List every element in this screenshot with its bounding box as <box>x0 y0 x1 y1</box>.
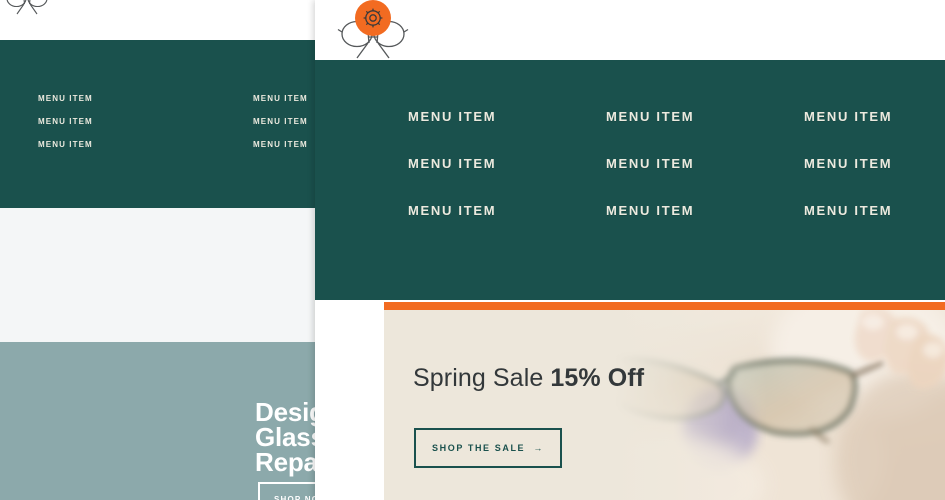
arrow-right-icon: → <box>533 443 544 453</box>
bg-menu-item-2[interactable]: MENU ITEM <box>38 115 253 138</box>
promo-accent-bar <box>384 302 945 310</box>
promo-heading-bold: 15% Off <box>550 364 645 392</box>
foreground-site-header <box>315 0 945 60</box>
fg-menu-item-8[interactable]: MENU ITEM <box>804 202 945 249</box>
fg-menu-item-7[interactable]: MENU ITEM <box>606 202 804 249</box>
person-holding-eyeglasses-photo <box>615 310 945 500</box>
shop-the-sale-text: SHOP THE SALE <box>432 443 526 453</box>
fg-menu-item-4[interactable]: MENU ITEM <box>606 155 804 202</box>
bg-menu-item-0[interactable]: MENU ITEM <box>38 92 253 115</box>
glasses-gear-logo-icon[interactable] <box>337 0 409 63</box>
fg-menu-item-1[interactable]: MENU ITEM <box>606 108 804 155</box>
fg-menu-item-5[interactable]: MENU ITEM <box>804 155 945 202</box>
shop-the-sale-button-label: SHOP THE SALE → <box>416 430 560 466</box>
foreground-menu-grid: MENU ITEM MENU ITEM MENU ITEM MENU ITEM … <box>408 108 945 249</box>
photo-fade-overlay <box>615 310 945 500</box>
foreground-menu-panel: MENU ITEM MENU ITEM MENU ITEM MENU ITEM … <box>315 60 945 300</box>
glasses-gear-logo-icon[interactable] <box>4 0 50 18</box>
promo-heading-light: Spring Sale <box>413 364 551 392</box>
fg-menu-item-0[interactable]: MENU ITEM <box>408 108 606 155</box>
shop-the-sale-button[interactable]: SHOP THE SALE → <box>414 428 562 468</box>
fg-menu-item-6[interactable]: MENU ITEM <box>408 202 606 249</box>
bg-menu-item-4[interactable]: MENU ITEM <box>38 138 253 161</box>
fg-menu-item-2[interactable]: MENU ITEM <box>804 108 945 155</box>
foreground-page-window[interactable]: MENU ITEM MENU ITEM MENU ITEM MENU ITEM … <box>315 0 945 500</box>
fg-menu-item-3[interactable]: MENU ITEM <box>408 155 606 202</box>
promo-heading: Spring Sale 15% Off <box>413 364 644 393</box>
promo-banner: Spring Sale 15% Off SHOP THE SALE → <box>384 302 945 500</box>
